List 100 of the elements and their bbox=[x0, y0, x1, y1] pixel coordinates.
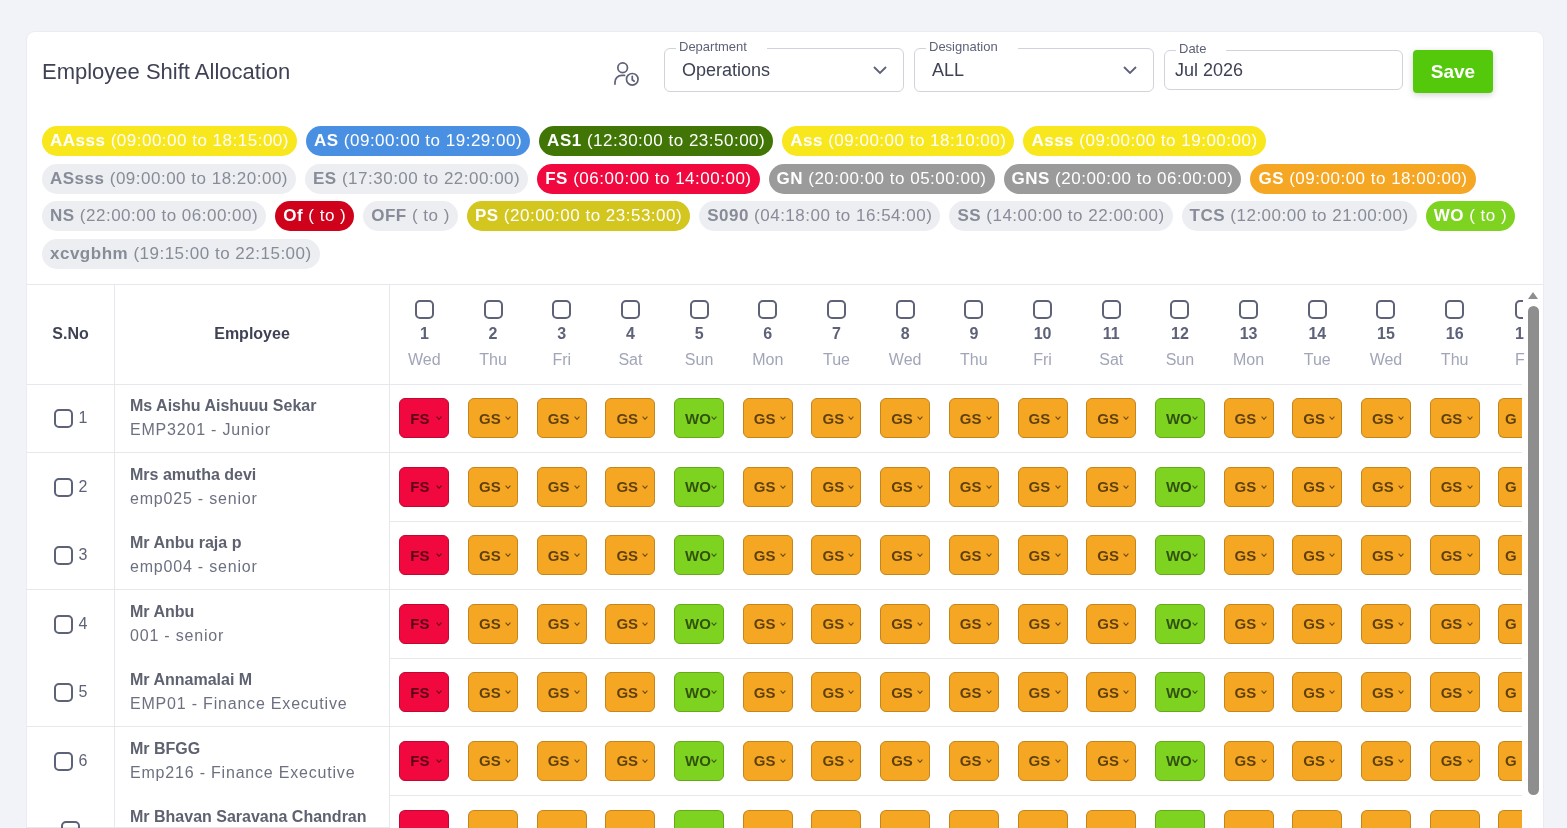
shift-select[interactable]: GS bbox=[536, 535, 587, 576]
checkbox[interactable] bbox=[53, 408, 73, 428]
checkbox[interactable] bbox=[689, 299, 709, 319]
checkbox[interactable] bbox=[53, 614, 73, 634]
shift-select[interactable]: GS bbox=[742, 672, 793, 713]
shift-select[interactable]: WO bbox=[674, 535, 725, 576]
shift-select[interactable]: GS bbox=[1086, 603, 1137, 644]
shift-select[interactable]: GS bbox=[605, 672, 656, 713]
shift-select[interactable]: GS bbox=[948, 603, 999, 644]
shift-select[interactable]: GS bbox=[742, 603, 793, 644]
checkbox[interactable] bbox=[1170, 299, 1190, 319]
shift-select[interactable] bbox=[1498, 809, 1522, 828]
shift-select[interactable]: GS bbox=[1429, 466, 1480, 507]
shift-select[interactable] bbox=[1017, 809, 1068, 828]
checkbox[interactable] bbox=[1445, 299, 1465, 319]
shift-select[interactable]: GS bbox=[1086, 535, 1137, 576]
shift-select[interactable]: GS bbox=[1360, 603, 1411, 644]
shift-select[interactable]: GS bbox=[1086, 740, 1137, 781]
scrollbar-thumb[interactable] bbox=[1527, 305, 1539, 795]
shift-select[interactable]: GS bbox=[605, 398, 656, 439]
shift-select[interactable]: GS bbox=[536, 398, 587, 439]
shift-select[interactable] bbox=[399, 809, 450, 828]
checkbox[interactable] bbox=[414, 299, 434, 319]
shift-select[interactable] bbox=[605, 809, 656, 828]
shift-select[interactable]: GS bbox=[742, 466, 793, 507]
shift-select[interactable]: GS bbox=[1086, 466, 1137, 507]
shift-select[interactable]: GS bbox=[1429, 398, 1480, 439]
shift-select[interactable]: GS bbox=[468, 740, 519, 781]
checkbox[interactable] bbox=[758, 299, 778, 319]
shift-select[interactable]: GS bbox=[1223, 740, 1274, 781]
shift-select[interactable]: GS bbox=[1292, 466, 1343, 507]
shift-select[interactable]: GS bbox=[605, 466, 656, 507]
checkbox[interactable] bbox=[53, 682, 73, 702]
shift-select[interactable]: GS bbox=[811, 672, 862, 713]
shift-select[interactable] bbox=[1154, 809, 1205, 828]
user-clock-icon[interactable] bbox=[613, 60, 640, 86]
shift-select[interactable]: GS bbox=[1017, 740, 1068, 781]
shift-select[interactable]: G bbox=[1498, 535, 1522, 576]
shift-select[interactable]: GS bbox=[1017, 466, 1068, 507]
shift-select[interactable]: FS bbox=[399, 740, 450, 781]
shift-select[interactable]: GS bbox=[880, 672, 931, 713]
shift-select[interactable]: GS bbox=[1360, 740, 1411, 781]
checkbox[interactable] bbox=[53, 477, 73, 497]
checkbox[interactable] bbox=[61, 820, 80, 828]
shift-select[interactable] bbox=[1429, 809, 1480, 828]
checkbox[interactable] bbox=[1515, 299, 1523, 319]
shift-select[interactable]: GS bbox=[1360, 398, 1411, 439]
shift-select[interactable]: GS bbox=[1429, 603, 1480, 644]
shift-select[interactable]: GS bbox=[811, 398, 862, 439]
shift-select[interactable]: GS bbox=[1292, 740, 1343, 781]
shift-select[interactable] bbox=[1292, 809, 1343, 828]
shift-select[interactable] bbox=[1223, 809, 1274, 828]
shift-select[interactable]: GS bbox=[468, 603, 519, 644]
shift-select[interactable]: FS bbox=[399, 535, 450, 576]
shift-select[interactable]: GS bbox=[1429, 672, 1480, 713]
shift-select[interactable]: WO bbox=[1154, 740, 1205, 781]
shift-select[interactable]: WO bbox=[674, 740, 725, 781]
shift-select[interactable]: GS bbox=[1017, 535, 1068, 576]
shift-select[interactable] bbox=[811, 809, 862, 828]
shift-select[interactable]: GS bbox=[605, 740, 656, 781]
shift-select[interactable]: GS bbox=[605, 603, 656, 644]
shift-select[interactable] bbox=[1086, 809, 1137, 828]
shift-select[interactable]: GS bbox=[880, 535, 931, 576]
checkbox[interactable] bbox=[964, 299, 984, 319]
checkbox[interactable] bbox=[1101, 299, 1121, 319]
shift-select[interactable]: GS bbox=[1223, 466, 1274, 507]
shift-select[interactable]: GS bbox=[1223, 603, 1274, 644]
checkbox[interactable] bbox=[826, 299, 846, 319]
shift-select[interactable]: FS bbox=[399, 398, 450, 439]
shift-select[interactable]: GS bbox=[1223, 398, 1274, 439]
shift-select[interactable]: GS bbox=[811, 603, 862, 644]
shift-select[interactable]: G bbox=[1498, 398, 1522, 439]
shift-select[interactable]: GS bbox=[1017, 672, 1068, 713]
shift-select[interactable]: GS bbox=[1292, 398, 1343, 439]
shift-select[interactable]: GS bbox=[1429, 740, 1480, 781]
shift-select[interactable]: GS bbox=[536, 466, 587, 507]
shift-select[interactable]: GS bbox=[1429, 535, 1480, 576]
shift-select[interactable]: FS bbox=[399, 672, 450, 713]
shift-select[interactable]: GS bbox=[1360, 535, 1411, 576]
shift-select[interactable]: GS bbox=[948, 466, 999, 507]
shift-select[interactable]: G bbox=[1498, 603, 1522, 644]
shift-select[interactable]: GS bbox=[1086, 398, 1137, 439]
shift-select[interactable] bbox=[742, 809, 793, 828]
checkbox[interactable] bbox=[53, 545, 73, 565]
shift-select[interactable]: GS bbox=[811, 740, 862, 781]
shift-select[interactable]: WO bbox=[1154, 398, 1205, 439]
checkbox[interactable] bbox=[552, 299, 572, 319]
shift-select[interactable]: GS bbox=[880, 398, 931, 439]
shift-select[interactable] bbox=[674, 809, 725, 828]
shift-select[interactable]: GS bbox=[536, 672, 587, 713]
shift-select[interactable] bbox=[468, 809, 519, 828]
shift-select[interactable]: GS bbox=[880, 603, 931, 644]
shift-select[interactable]: WO bbox=[674, 603, 725, 644]
checkbox[interactable] bbox=[1033, 299, 1053, 319]
checkbox[interactable] bbox=[1239, 299, 1259, 319]
shift-select[interactable]: GS bbox=[1086, 672, 1137, 713]
shift-select[interactable]: WO bbox=[1154, 603, 1205, 644]
shift-select[interactable]: GS bbox=[1223, 535, 1274, 576]
shift-select[interactable]: WO bbox=[674, 466, 725, 507]
checkbox[interactable] bbox=[1307, 299, 1327, 319]
